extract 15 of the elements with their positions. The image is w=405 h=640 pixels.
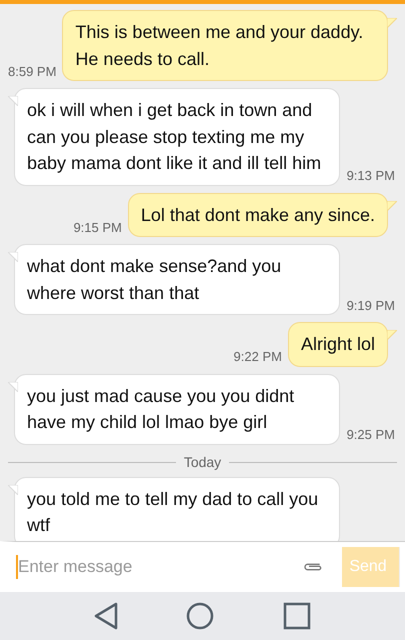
message-time: 9:19 PM (346, 296, 396, 314)
sent-message-bubble: Lol that dont make any since. (128, 192, 388, 237)
received-message-bubble: you told me to tell my dad to call you wtf (14, 476, 340, 541)
date-divider: Today (184, 452, 222, 472)
received-message-bubble: you just mad cause you you didnt have my child lol lmao bye girl (14, 374, 340, 444)
received-message-bubble: what dont make sense?and you where worst than that (14, 244, 340, 315)
sent-message-bubble: This is between me and your daddy. He needs to call. (62, 10, 388, 81)
sent-message-bubble: Alright lol (288, 322, 388, 366)
message-time: 8:59 PM (8, 62, 56, 80)
message-field[interactable]: Enter message (0, 541, 289, 592)
message-time: 9:22 PM (234, 348, 282, 366)
received-message-bubble: ok i will when i get back in town and can you please stop texting me my baby mama dont like it and ill tell him (14, 88, 340, 186)
message-time: 9:25 PM (346, 426, 396, 444)
message-time: 9:15 PM (73, 218, 122, 236)
message-time: 9:13 PM (346, 167, 396, 185)
